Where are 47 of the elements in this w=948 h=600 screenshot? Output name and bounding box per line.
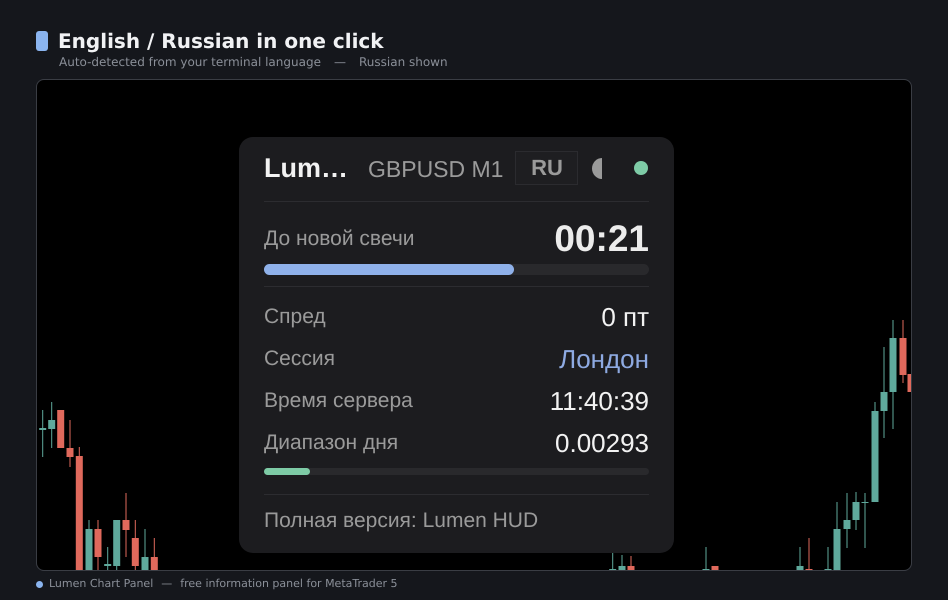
countdown-value: 00:21 [554, 219, 649, 259]
language-button[interactable]: RU [515, 151, 578, 185]
section-note: Russian shown [358, 54, 448, 71]
separator-dash: — [161, 576, 172, 592]
info-value: 0 пт [601, 302, 649, 332]
candle [796, 546, 804, 570]
candle [618, 554, 626, 570]
section-subtitle: Auto-detected from your terminal language [59, 54, 321, 71]
info-label: Сессия [264, 346, 335, 372]
candle [628, 556, 634, 570]
separator-dash: — [334, 54, 346, 71]
info-label: Время сервера [264, 388, 413, 414]
info-value: 11:40:39 [550, 386, 649, 416]
candle [132, 520, 139, 570]
candle [86, 520, 92, 570]
candle [150, 538, 158, 570]
info-label: Спред [264, 304, 326, 330]
candle [806, 538, 812, 570]
section-title: English / Russian in one click [58, 29, 384, 53]
footer-product-name: Lumen Chart Panel [49, 576, 154, 592]
panel-title: Lum… [264, 153, 348, 183]
info-value: 0.00293 [555, 428, 649, 458]
symbol-label: GBPUSD M1 [368, 156, 504, 182]
candle [104, 546, 112, 570]
status-dot-icon [36, 580, 43, 588]
candle [824, 546, 832, 570]
candle [609, 552, 616, 570]
candle [113, 520, 120, 570]
candle [39, 410, 46, 458]
candle [862, 492, 868, 548]
candle [844, 492, 850, 548]
candle [852, 492, 860, 530]
countdown-label: До новой свечи [264, 226, 414, 252]
accent-bar-icon [36, 31, 48, 51]
info-label: Диапазон дня [264, 430, 398, 456]
candle [712, 566, 718, 570]
candle [57, 410, 64, 448]
candle [122, 492, 130, 558]
panel-footer-text: Полная версия: Lumen HUD [264, 508, 538, 534]
candle [142, 528, 148, 570]
candle [66, 420, 74, 468]
info-value: Лондон [559, 344, 649, 374]
candle [94, 520, 102, 570]
footer-description: free information panel for MetaTrader 5 [180, 576, 398, 592]
candle [48, 402, 56, 448]
candle [834, 502, 840, 570]
candle [702, 546, 710, 570]
